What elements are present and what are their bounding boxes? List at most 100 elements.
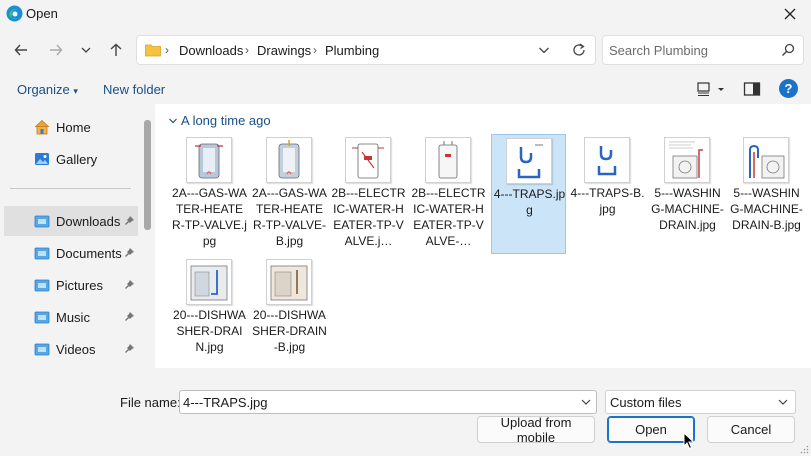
dishwasher-drain-thumbnail bbox=[190, 265, 228, 301]
resize-grip-icon[interactable] bbox=[800, 445, 809, 454]
sidebar-item-home[interactable]: Home bbox=[4, 112, 138, 142]
music-folder-icon bbox=[34, 311, 50, 324]
image-thumbnail bbox=[743, 137, 789, 183]
organize-menu[interactable]: Organize ▾ bbox=[17, 82, 78, 97]
sidebar-item-videos[interactable]: Videos bbox=[4, 334, 138, 364]
help-icon[interactable]: ? bbox=[779, 79, 798, 98]
file-name-value[interactable]: 4---TRAPS.jpg bbox=[183, 395, 268, 410]
image-thumbnail bbox=[425, 137, 471, 183]
search-box[interactable]: Search Plumbing bbox=[602, 35, 804, 65]
upload-from-mobile-button[interactable]: Upload from mobile bbox=[477, 415, 595, 445]
file-name-label: File name: bbox=[120, 395, 181, 410]
preview-pane-icon bbox=[743, 82, 761, 96]
file-item[interactable]: 2A---GAS-WATER-HEATER-TP-VALVE.jpg bbox=[172, 134, 247, 254]
sidebar-label: Home bbox=[56, 120, 91, 135]
gas-water-heater-thumbnail bbox=[278, 140, 300, 179]
pin-icon bbox=[125, 216, 134, 225]
file-item[interactable]: 2A---GAS-WATER-HEATER-TP-VALVE-B.jpg bbox=[252, 134, 327, 254]
sidebar-item-gallery[interactable]: Gallery bbox=[4, 144, 138, 174]
image-thumbnail bbox=[266, 137, 312, 183]
sidebar-item-music[interactable]: Music bbox=[4, 302, 138, 332]
pin-icon bbox=[125, 344, 134, 353]
sidebar-label: Downloads bbox=[56, 214, 121, 229]
refresh-icon bbox=[573, 43, 585, 56]
traps-thumbnail bbox=[597, 146, 617, 176]
sidebar-item-documents[interactable]: Documents bbox=[4, 238, 138, 268]
caret-down-icon: ▾ bbox=[73, 86, 78, 96]
navigation-pane: Home Gallery Downloads Documents Picture… bbox=[0, 104, 155, 368]
change-view-button[interactable] bbox=[697, 80, 727, 98]
traps-thumbnail bbox=[517, 144, 543, 179]
sidebar-item-pictures[interactable]: Pictures bbox=[4, 270, 138, 300]
file-item[interactable]: 4---TRAPS-B.jpg bbox=[570, 134, 645, 254]
file-name-input[interactable]: 4---TRAPS.jpg bbox=[179, 390, 597, 414]
file-list: A long time ago 2A---GAS-WATER-HEATER-TP… bbox=[155, 104, 811, 368]
sidebar-label: Gallery bbox=[56, 152, 98, 167]
gallery-icon bbox=[35, 153, 49, 165]
organize-label: Organize bbox=[17, 82, 70, 97]
pictures-folder-icon bbox=[34, 279, 50, 292]
image-thumbnail bbox=[266, 259, 312, 305]
window-title: Open bbox=[26, 6, 58, 21]
new-folder-button[interactable]: New folder bbox=[103, 82, 165, 97]
sidebar-scrollbar-thumb[interactable] bbox=[144, 120, 151, 230]
address-history-dropdown[interactable] bbox=[534, 41, 554, 59]
file-type-select[interactable]: Custom files bbox=[605, 390, 796, 414]
sidebar-divider bbox=[10, 188, 131, 189]
breadcrumb-separator: › bbox=[165, 43, 169, 57]
view-details-icon bbox=[697, 82, 724, 96]
file-name: 20---DISHWASHER-DRAIN-B.jpg bbox=[252, 308, 327, 354]
breadcrumb-plumbing[interactable]: Plumbing bbox=[325, 43, 379, 58]
gas-water-heater-thumbnail bbox=[195, 143, 223, 179]
file-item[interactable]: 2B---ELECTRIC-WATER-HEATER-TP-VALVE-… bbox=[411, 134, 486, 254]
search-input[interactable]: Search Plumbing bbox=[609, 43, 708, 58]
breadcrumb-downloads[interactable]: Downloads bbox=[179, 43, 243, 58]
group-header[interactable]: A long time ago bbox=[181, 113, 271, 128]
file-item[interactable]: 5---WASHING-MACHINE-DRAIN-B.jpg bbox=[729, 134, 804, 254]
cancel-button[interactable]: Cancel bbox=[707, 416, 795, 443]
washing-machine-drain-thumbnail bbox=[749, 144, 785, 179]
image-thumbnail bbox=[664, 137, 710, 183]
recent-locations-button[interactable] bbox=[74, 38, 98, 62]
file-name: 2A---GAS-WATER-HEATER-TP-VALVE.jpg bbox=[172, 186, 247, 248]
file-item[interactable]: 20---DISHWASHER-DRAIN-B.jpg bbox=[252, 256, 327, 376]
breadcrumb-separator: › bbox=[313, 43, 317, 57]
electric-water-heater-thumbnail bbox=[352, 143, 384, 179]
open-button[interactable]: Open bbox=[607, 416, 695, 443]
file-item[interactable]: 2B---ELECTRIC-WATER-HEATER-TP-VALVE.j… bbox=[331, 134, 406, 254]
file-name: 4---TRAPS.jpg bbox=[493, 187, 566, 217]
file-type-value: Custom files bbox=[610, 395, 682, 410]
chevron-down-icon bbox=[539, 47, 549, 54]
sidebar-label: Music bbox=[56, 310, 90, 325]
videos-folder-icon bbox=[34, 343, 50, 356]
file-item[interactable]: 5---WASHING-MACHINE-DRAIN.jpg bbox=[650, 134, 725, 254]
back-button[interactable] bbox=[9, 38, 33, 62]
up-button[interactable] bbox=[104, 38, 128, 62]
file-name: 2B---ELECTRIC-WATER-HEATER-TP-VALVE.j… bbox=[331, 186, 406, 248]
chevron-down-icon[interactable] bbox=[168, 116, 178, 126]
refresh-button[interactable] bbox=[569, 41, 589, 59]
preview-pane-button[interactable] bbox=[743, 80, 761, 98]
documents-folder-icon bbox=[34, 247, 50, 260]
image-thumbnail bbox=[584, 137, 630, 183]
pin-icon bbox=[125, 312, 134, 321]
downloads-folder-icon bbox=[34, 215, 50, 228]
file-item[interactable]: 20---DISHWASHER-DRAIN.jpg bbox=[172, 256, 247, 376]
file-name: 20---DISHWASHER-DRAIN.jpg bbox=[173, 308, 246, 354]
address-bar[interactable]: › Downloads › Drawings › Plumbing bbox=[136, 35, 596, 65]
breadcrumb-drawings[interactable]: Drawings bbox=[257, 43, 311, 58]
image-thumbnail bbox=[506, 138, 552, 184]
dishwasher-drain-thumbnail bbox=[270, 265, 308, 301]
file-name: 2A---GAS-WATER-HEATER-TP-VALVE-B.jpg bbox=[252, 186, 327, 248]
close-button[interactable] bbox=[775, 2, 805, 26]
pin-icon bbox=[125, 248, 134, 257]
chevron-down-icon[interactable] bbox=[580, 395, 592, 409]
forward-button[interactable] bbox=[44, 38, 68, 62]
sidebar-label: Videos bbox=[56, 342, 96, 357]
folder-icon bbox=[145, 44, 161, 57]
sidebar-item-downloads[interactable]: Downloads bbox=[4, 206, 138, 236]
file-item-selected[interactable]: 4---TRAPS.jpg bbox=[491, 134, 566, 254]
command-bar: Organize ▾ New folder ? bbox=[0, 72, 811, 105]
breadcrumb-separator: › bbox=[245, 43, 249, 57]
image-thumbnail bbox=[345, 137, 391, 183]
